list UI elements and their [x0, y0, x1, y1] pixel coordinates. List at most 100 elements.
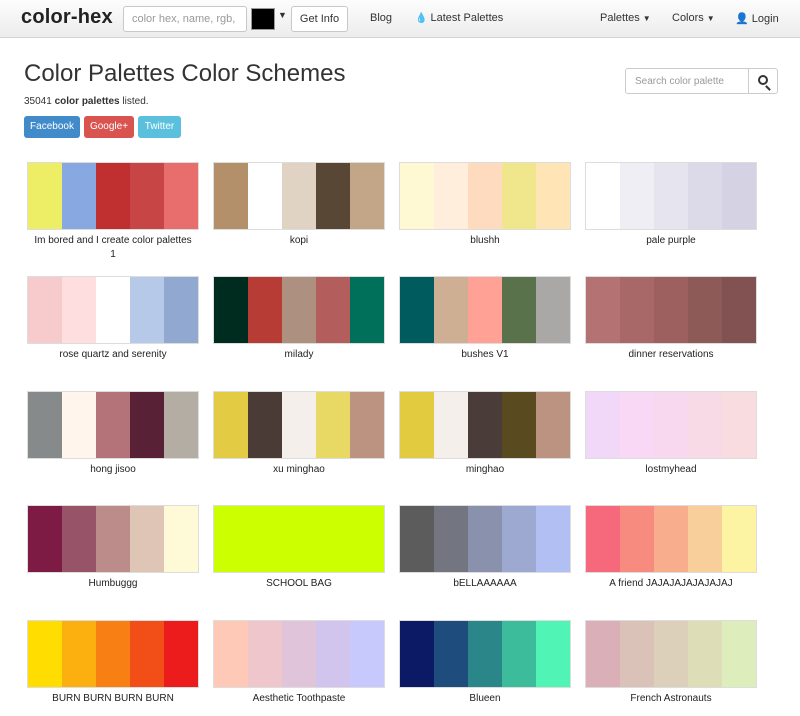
palette-color-swatch[interactable]	[164, 277, 198, 343]
palette-color-swatch[interactable]	[248, 163, 282, 229]
palette-color-swatch[interactable]	[350, 506, 384, 572]
nav-colors-dropdown[interactable]: Colors ▼	[672, 12, 715, 24]
palette-color-swatch[interactable]	[248, 392, 282, 458]
palette-color-swatch[interactable]	[688, 621, 722, 687]
palette-card[interactable]: Blueen	[399, 620, 571, 706]
palette-color-swatch[interactable]	[214, 277, 248, 343]
color-picker-swatch[interactable]	[251, 8, 275, 30]
palette-color-swatch[interactable]	[28, 621, 62, 687]
palette-color-swatch[interactable]	[96, 621, 130, 687]
palette-swatch-strip[interactable]	[27, 505, 199, 573]
palette-color-swatch[interactable]	[62, 506, 96, 572]
palette-color-swatch[interactable]	[586, 277, 620, 343]
palette-color-swatch[interactable]	[620, 506, 654, 572]
twitter-share-button[interactable]: Twitter	[138, 116, 181, 138]
color-picker-caret-icon[interactable]: ▼	[278, 10, 287, 20]
palette-color-swatch[interactable]	[214, 163, 248, 229]
palette-card[interactable]: SCHOOL BAG	[213, 505, 385, 591]
palette-card[interactable]: pale purple	[585, 162, 757, 248]
palette-color-swatch[interactable]	[688, 392, 722, 458]
palette-color-swatch[interactable]	[400, 163, 434, 229]
palette-color-swatch[interactable]	[586, 392, 620, 458]
palette-color-swatch[interactable]	[468, 506, 502, 572]
palette-color-swatch[interactable]	[282, 163, 316, 229]
palette-color-swatch[interactable]	[434, 163, 468, 229]
palette-color-swatch[interactable]	[434, 277, 468, 343]
palette-card[interactable]: bELLAAAAAA	[399, 505, 571, 591]
palette-card[interactable]: Aesthetic Toothpaste	[213, 620, 385, 706]
palette-color-swatch[interactable]	[248, 277, 282, 343]
palette-card[interactable]: Humbuggg	[27, 505, 199, 591]
palette-swatch-strip[interactable]	[27, 162, 199, 230]
nav-login-link[interactable]: 👤 Login	[735, 12, 779, 25]
palette-color-swatch[interactable]	[62, 277, 96, 343]
palette-color-swatch[interactable]	[434, 506, 468, 572]
palette-color-swatch[interactable]	[96, 506, 130, 572]
palette-card[interactable]: A friend JAJAJAJAJAJAJAJ	[585, 505, 757, 591]
palette-color-swatch[interactable]	[130, 621, 164, 687]
palette-name-link[interactable]: dinner reservations	[585, 348, 757, 362]
palette-card[interactable]: bushes V1	[399, 276, 571, 362]
palette-swatch-strip[interactable]	[399, 505, 571, 573]
palette-card[interactable]: French Astronauts	[585, 620, 757, 706]
facebook-share-button[interactable]: Facebook	[24, 116, 80, 138]
palette-swatch-strip[interactable]	[585, 620, 757, 688]
palette-color-swatch[interactable]	[722, 163, 756, 229]
palette-color-swatch[interactable]	[214, 506, 248, 572]
palette-color-swatch[interactable]	[688, 163, 722, 229]
palette-color-swatch[interactable]	[722, 277, 756, 343]
palette-color-swatch[interactable]	[586, 621, 620, 687]
palette-name-link[interactable]: BURN BURN BURN BURN	[27, 692, 199, 706]
palette-color-swatch[interactable]	[316, 392, 350, 458]
palette-color-swatch[interactable]	[620, 621, 654, 687]
palette-card[interactable]: lostmyhead	[585, 391, 757, 477]
palette-name-link[interactable]: hong jisoo	[27, 463, 199, 477]
palette-color-swatch[interactable]	[96, 277, 130, 343]
palette-color-swatch[interactable]	[96, 163, 130, 229]
palette-color-swatch[interactable]	[536, 621, 570, 687]
palette-name-link[interactable]: Im bored and I create color palettes 1	[27, 234, 199, 262]
palette-swatch-strip[interactable]	[213, 276, 385, 344]
palette-name-link[interactable]: rose quartz and serenity	[27, 348, 199, 362]
palette-color-swatch[interactable]	[400, 392, 434, 458]
palette-color-swatch[interactable]	[164, 392, 198, 458]
palette-color-swatch[interactable]	[536, 506, 570, 572]
palette-color-swatch[interactable]	[468, 392, 502, 458]
palette-color-swatch[interactable]	[350, 621, 384, 687]
palette-color-swatch[interactable]	[214, 392, 248, 458]
palette-color-swatch[interactable]	[586, 163, 620, 229]
palette-name-link[interactable]: Humbuggg	[27, 577, 199, 591]
palette-color-swatch[interactable]	[214, 621, 248, 687]
palette-color-swatch[interactable]	[164, 506, 198, 572]
palette-color-swatch[interactable]	[620, 392, 654, 458]
palette-color-swatch[interactable]	[164, 621, 198, 687]
palette-name-link[interactable]: SCHOOL BAG	[213, 577, 385, 591]
palette-color-swatch[interactable]	[350, 163, 384, 229]
palette-name-link[interactable]: French Astronauts	[585, 692, 757, 706]
palette-color-swatch[interactable]	[248, 506, 282, 572]
palette-color-swatch[interactable]	[28, 163, 62, 229]
palette-name-link[interactable]: milady	[213, 348, 385, 362]
palette-color-swatch[interactable]	[130, 392, 164, 458]
palette-color-swatch[interactable]	[28, 392, 62, 458]
palette-swatch-strip[interactable]	[399, 391, 571, 459]
palette-name-link[interactable]: A friend JAJAJAJAJAJAJAJ	[585, 577, 757, 591]
nav-blog-link[interactable]: Blog	[370, 12, 392, 24]
palette-name-link[interactable]: Blueen	[399, 692, 571, 706]
palette-name-link[interactable]: Aesthetic Toothpaste	[213, 692, 385, 706]
palette-color-swatch[interactable]	[536, 163, 570, 229]
palette-card[interactable]: milady	[213, 276, 385, 362]
palette-color-swatch[interactable]	[586, 506, 620, 572]
palette-card[interactable]: kopi	[213, 162, 385, 248]
nav-latest-palettes-link[interactable]: 💧 Latest Palettes	[415, 12, 503, 24]
palette-color-swatch[interactable]	[468, 163, 502, 229]
palette-color-swatch[interactable]	[688, 506, 722, 572]
palette-swatch-strip[interactable]	[399, 620, 571, 688]
palette-color-swatch[interactable]	[502, 277, 536, 343]
palette-name-link[interactable]: kopi	[213, 234, 385, 248]
palette-color-swatch[interactable]	[536, 392, 570, 458]
palette-color-swatch[interactable]	[536, 277, 570, 343]
palette-card[interactable]: xu minghao	[213, 391, 385, 477]
palette-search-button[interactable]	[748, 68, 778, 94]
palette-swatch-strip[interactable]	[213, 162, 385, 230]
